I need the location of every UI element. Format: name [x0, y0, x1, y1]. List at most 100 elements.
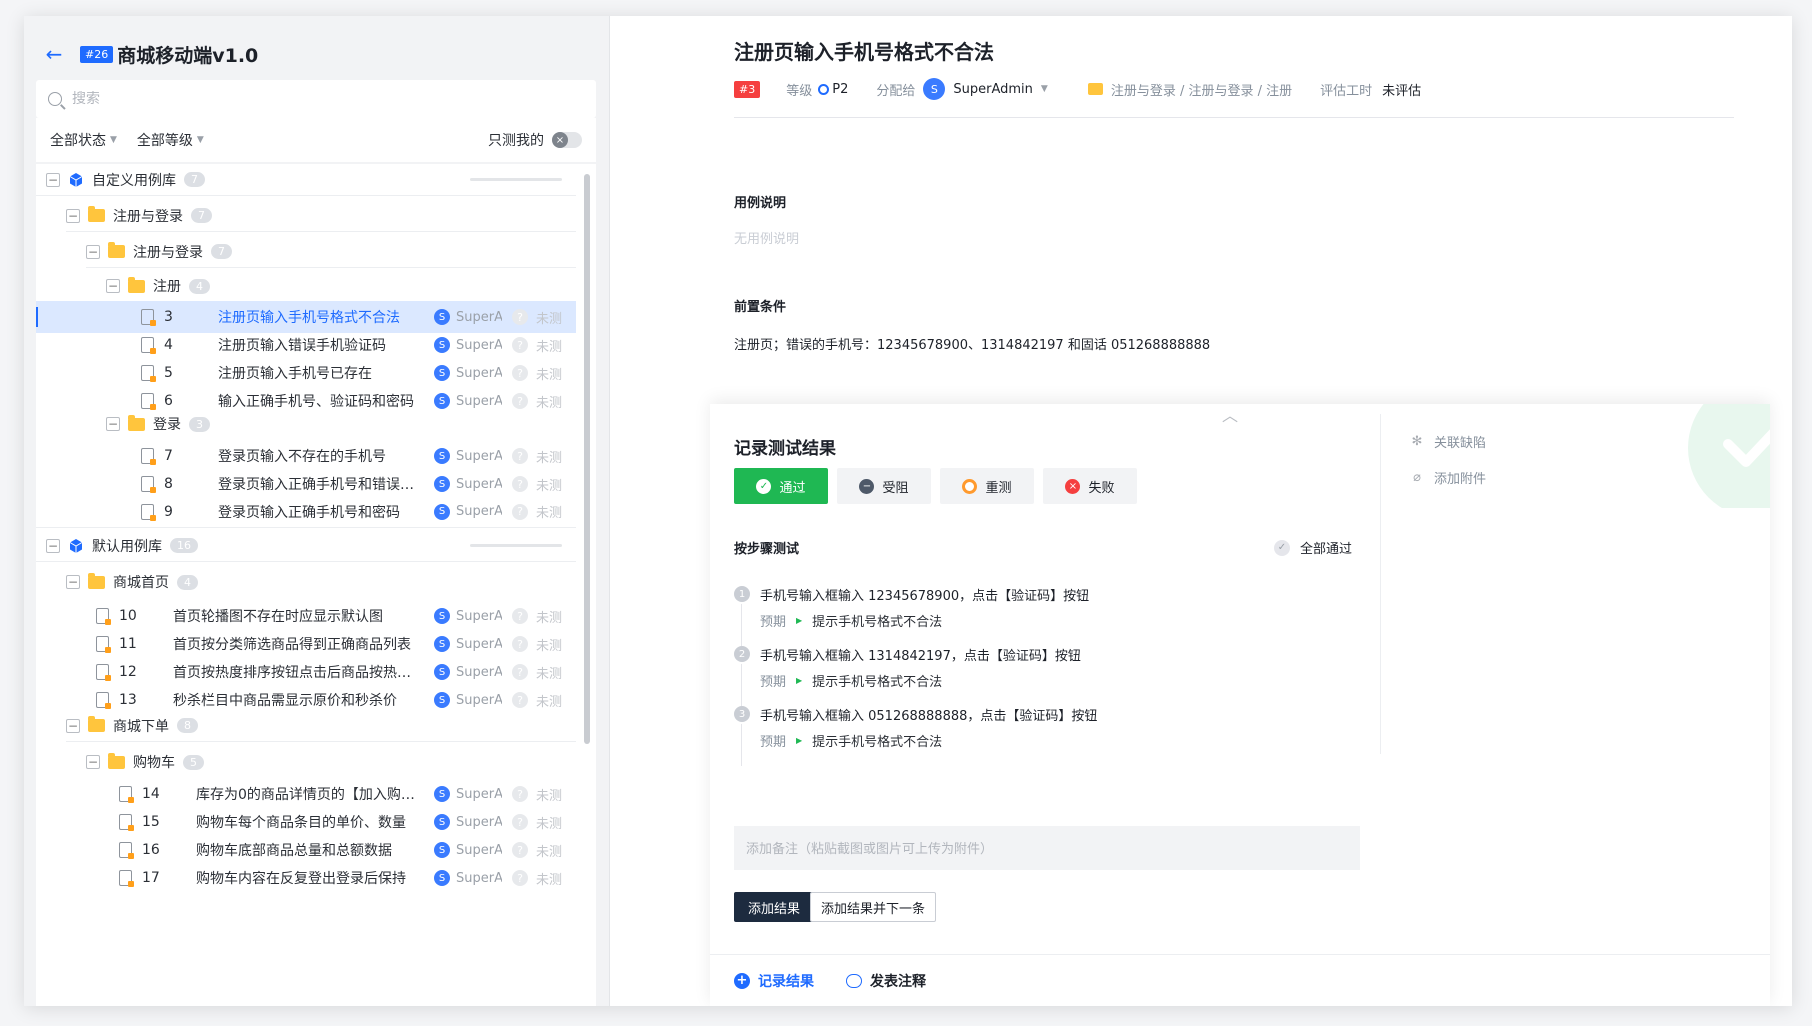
- folder-icon: [88, 716, 105, 732]
- project-title: 商城移动端v1.0: [117, 44, 259, 67]
- avatar: S: [434, 842, 450, 858]
- tree-case-row[interactable]: 9 登录页输入正确手机号和密码 S SuperAdmin ? 未测: [36, 496, 576, 528]
- expected-label: 预期: [760, 675, 787, 690]
- step-action: 手机号输入框输入 051268888888，点击【验证码】按钮: [760, 709, 1098, 724]
- project-header: ← #26 商城移动端v1.0: [40, 38, 259, 70]
- case-path-breadcrumb[interactable]: 注册与登录 / 注册与登录 / 注册: [1111, 80, 1292, 99]
- precondition-label: 前置条件: [734, 300, 787, 315]
- chevron-down-icon[interactable]: ▼: [1041, 84, 1048, 94]
- step-connector: [741, 664, 742, 706]
- case-number: 13: [119, 692, 137, 708]
- case-number: 4: [164, 337, 173, 353]
- test-case-icon: [141, 448, 156, 465]
- only-mine-toggle-group: 只测我的 ×: [488, 130, 582, 150]
- collapse-icon[interactable]: −: [106, 417, 120, 431]
- case-title: 秒杀栏目中商品需显示原价和秒杀价: [173, 693, 397, 709]
- search-input[interactable]: [72, 91, 552, 107]
- link-defect-button[interactable]: ✻ 关联缺陷: [1410, 432, 1486, 451]
- test-case-icon: [141, 365, 156, 382]
- tree-folder-row[interactable]: − 商城下单 8: [66, 710, 576, 742]
- assignee-name[interactable]: SuperAdmin: [953, 82, 1033, 97]
- tree-library-row[interactable]: − 默认用例库 16: [36, 530, 576, 562]
- tree-scrollbar[interactable]: [584, 174, 590, 744]
- case-number: 17: [142, 870, 160, 886]
- tree-folder-row[interactable]: − 注册 4: [106, 270, 576, 302]
- case-title: 注册页输入手机号格式不合法: [218, 310, 400, 326]
- post-comment-link[interactable]: 发表注释: [846, 971, 926, 991]
- status-filter-label: 全部状态: [50, 133, 106, 149]
- test-case-icon: [96, 692, 111, 709]
- collapse-icon[interactable]: −: [46, 538, 60, 553]
- avatar: S: [434, 608, 450, 624]
- collapse-icon[interactable]: −: [66, 718, 80, 733]
- step-number: 3: [734, 706, 750, 722]
- chevron-up-icon[interactable]: ︿: [1222, 404, 1238, 426]
- back-arrow-icon[interactable]: ←: [40, 40, 68, 68]
- collapse-icon[interactable]: −: [86, 755, 100, 769]
- folder-icon: [88, 572, 105, 589]
- level-value[interactable]: P2: [832, 82, 848, 97]
- tree-folder-row[interactable]: − 购物车 5: [86, 746, 576, 778]
- retest-button[interactable]: 重测: [940, 468, 1034, 504]
- case-title: 注册页输入手机号已存在: [218, 366, 372, 382]
- avatar: S: [434, 393, 450, 409]
- tree-folder-row[interactable]: − 商城首页 4: [66, 566, 576, 598]
- collapse-icon[interactable]: −: [86, 244, 100, 259]
- question-icon: ?: [512, 870, 528, 886]
- tree-folder-row[interactable]: − 注册与登录 7: [86, 236, 576, 268]
- avatar: S: [434, 476, 450, 492]
- case-title: 购物车每个商品条目的单价、数量: [196, 815, 406, 831]
- estimate-value[interactable]: 未评估: [1382, 80, 1421, 99]
- assignee-name: SuperAdmin: [456, 337, 502, 353]
- add-attachment-button[interactable]: ⌀ 添加附件: [1410, 468, 1486, 487]
- avatar: S: [434, 337, 450, 353]
- assignee-name: SuperAdmin: [456, 365, 502, 381]
- divider: [734, 117, 1734, 118]
- add-result-button[interactable]: 添加结果: [734, 892, 815, 922]
- assignee-label: 分配给: [876, 83, 916, 99]
- pass-button[interactable]: ✓ 通过: [734, 468, 828, 504]
- all-pass-toggle[interactable]: ✓ 全部通过: [1274, 538, 1352, 557]
- collapse-icon[interactable]: −: [46, 172, 60, 187]
- description-label: 用例说明: [734, 196, 787, 211]
- folder-name: 商城首页: [113, 575, 169, 591]
- all-pass-label: 全部通过: [1300, 542, 1353, 557]
- record-result-link-label: 记录结果: [758, 973, 814, 990]
- case-tree-panel: ← #26 商城移动端v1.0 全部状态▼ 全部等级▼ 只测我的 × −: [24, 16, 610, 1006]
- tree-folder-row[interactable]: − 登录 3: [106, 408, 576, 440]
- assignee-name: SuperAdmin: [456, 664, 502, 680]
- library-name: 默认用例库: [92, 538, 162, 555]
- avatar: S: [434, 664, 450, 680]
- count-badge: 7: [191, 208, 212, 223]
- test-case-icon: [96, 636, 111, 653]
- add-result-next-button[interactable]: 添加结果并下一条: [810, 892, 937, 922]
- bug-icon: ✻: [1411, 434, 1423, 449]
- case-status: 未测: [536, 788, 563, 804]
- status-filter[interactable]: 全部状态 ▼: [50, 130, 117, 150]
- step-connector: [741, 724, 742, 766]
- collapse-icon[interactable]: −: [66, 208, 80, 223]
- blocked-button[interactable]: − 受阻: [837, 468, 931, 504]
- fail-button[interactable]: × 失败: [1043, 468, 1137, 504]
- test-case-icon: [141, 503, 156, 521]
- collapse-icon[interactable]: −: [66, 575, 80, 589]
- priority-ring-icon: [818, 83, 830, 95]
- count-badge: 4: [177, 574, 198, 590]
- assignee-name: SuperAdmin: [456, 636, 502, 652]
- assignee-name: SuperAdmin: [456, 842, 502, 858]
- collapse-icon[interactable]: −: [106, 279, 120, 293]
- pass-watermark-icon: [1688, 404, 1770, 508]
- cube-icon: [69, 538, 83, 553]
- tree-folder-row[interactable]: − 注册与登录 7: [66, 200, 576, 232]
- step-connector: [741, 604, 742, 646]
- case-meta-bar: #3 等级 P2 分配给 S SuperAdmin ▼ 注册与登录 / 注册与登…: [734, 78, 1421, 100]
- tree-library-row[interactable]: − 自定义用例库 7: [36, 164, 576, 196]
- test-case-icon: [96, 664, 111, 681]
- level-filter[interactable]: 全部等级 ▼: [137, 130, 204, 150]
- tree-case-row[interactable]: 17 购物车内容在反复登出登录后保持 S SuperAdmin ? 未测: [36, 862, 576, 894]
- note-textarea[interactable]: [734, 826, 1360, 870]
- library-name: 自定义用例库: [92, 172, 176, 189]
- record-result-link[interactable]: + 记录结果: [734, 971, 814, 991]
- question-icon: ?: [512, 636, 528, 652]
- only-mine-toggle[interactable]: ×: [552, 132, 582, 148]
